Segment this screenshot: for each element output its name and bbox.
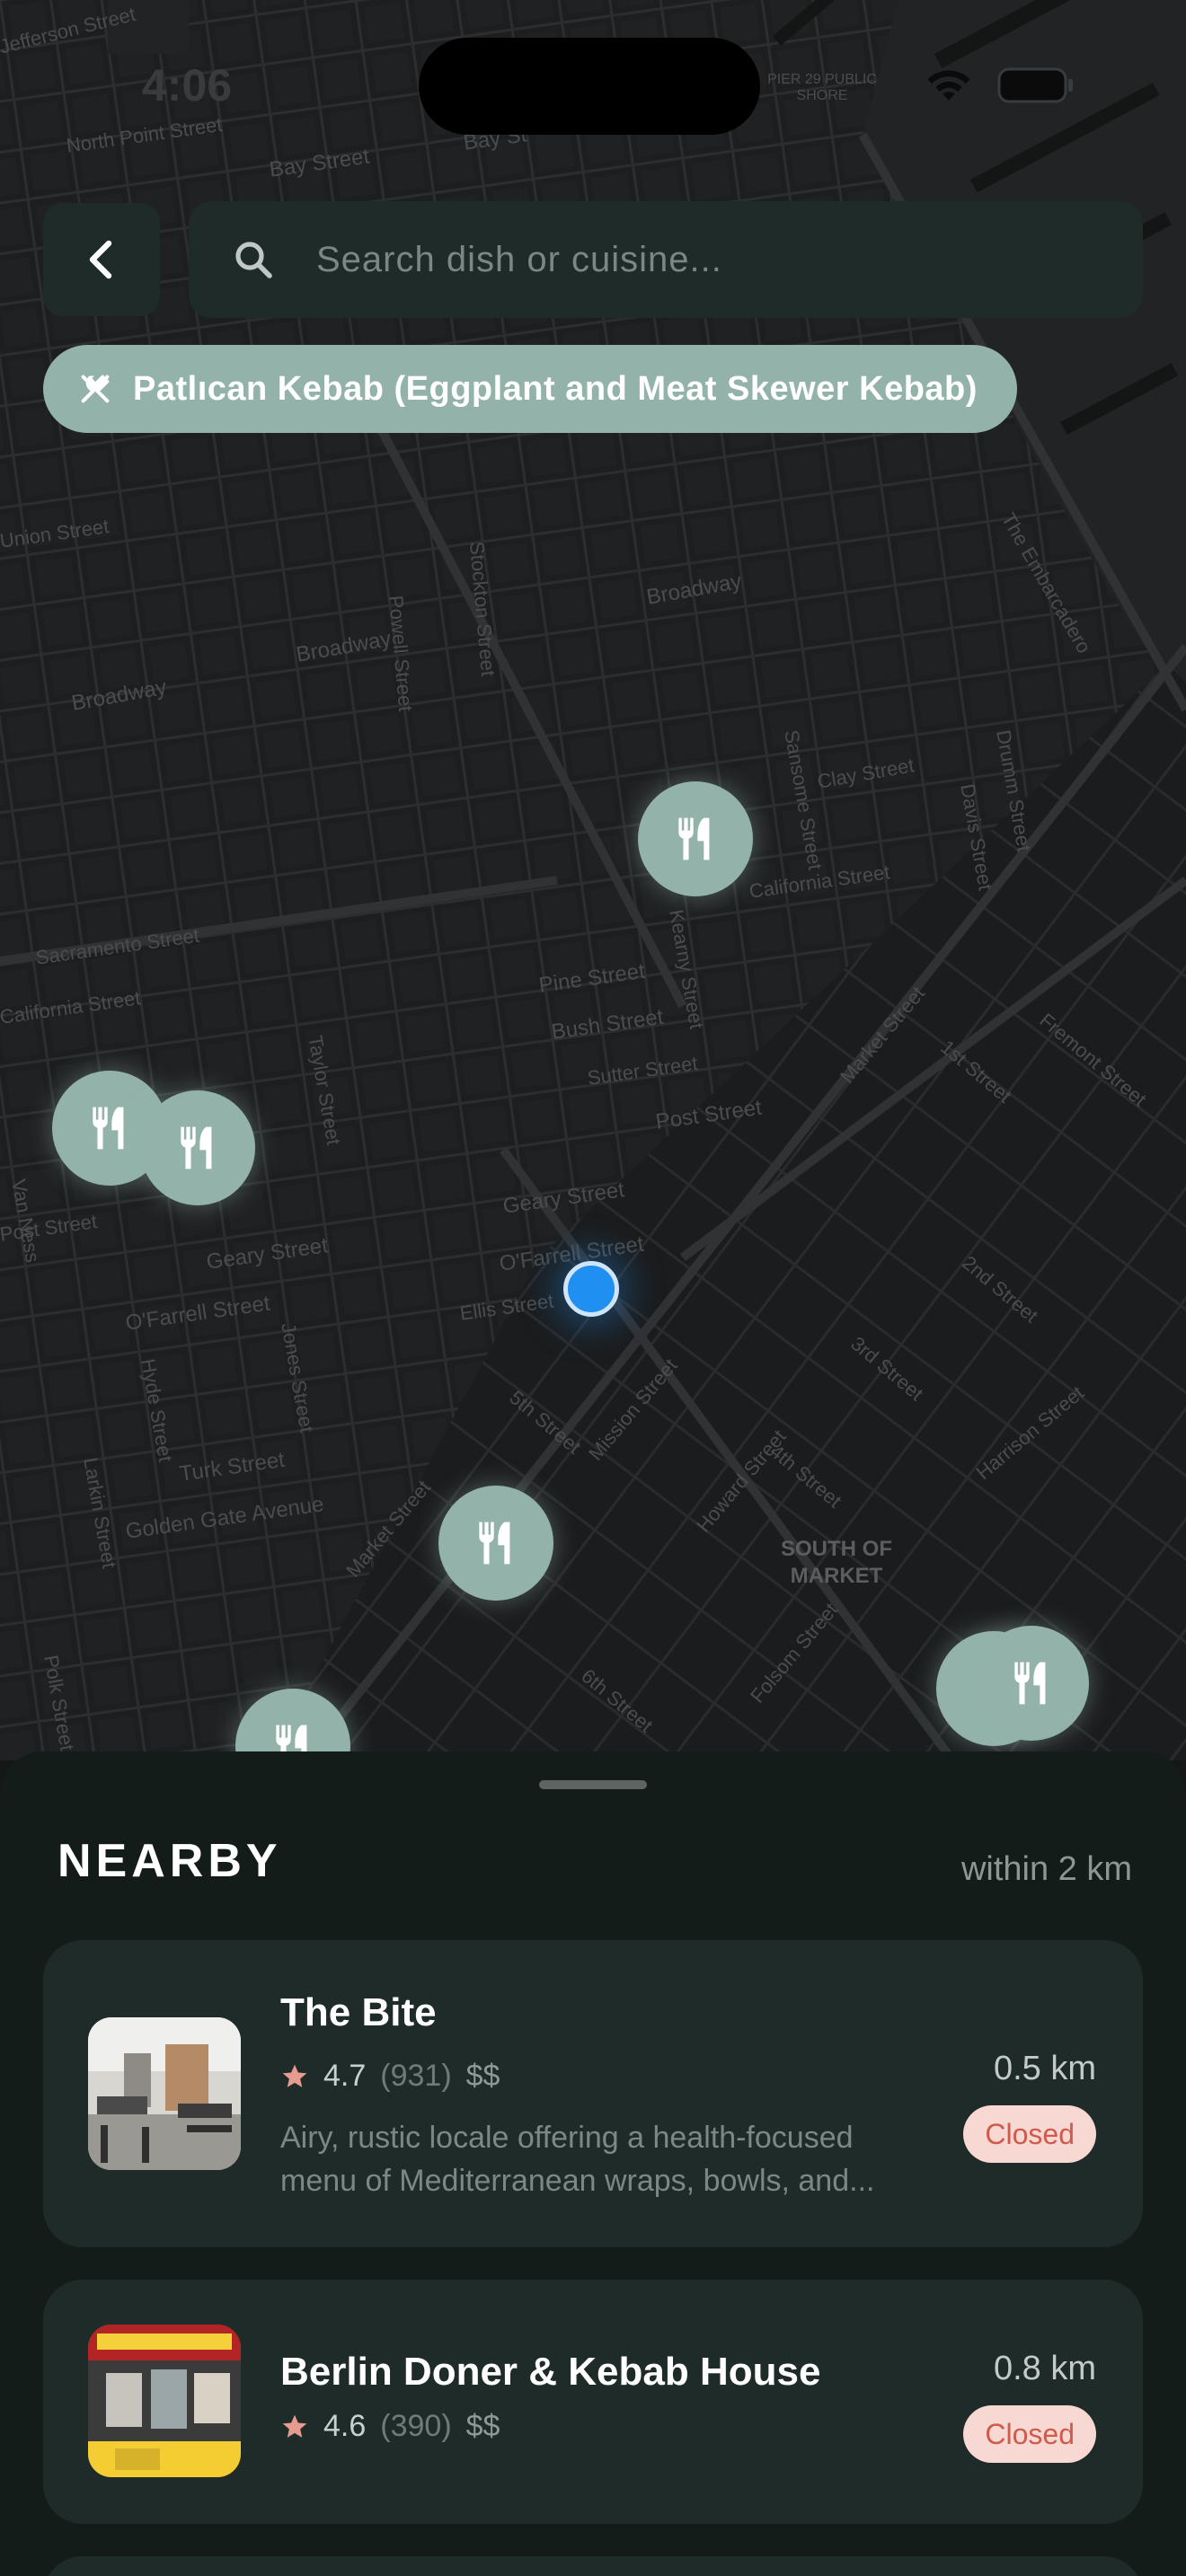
status-icons — [924, 66, 1075, 104]
fork-knife-icon — [479, 1522, 510, 1565]
restaurant-meta: 4.6 (390) $$ — [280, 2409, 500, 2444]
restaurant-name: The Bite — [280, 1990, 437, 2034]
restaurant-card[interactable]: The Bite 4.7 (931) $$ Airy, rustic local… — [43, 1940, 1143, 2247]
restaurant-description: Airy, rustic locale offering a health-fo… — [280, 2116, 963, 2202]
star-icon — [282, 2064, 307, 2087]
restaurant-rating: 4.6 — [323, 2409, 367, 2443]
sheet-drag-handle[interactable] — [539, 1780, 647, 1789]
search-icon — [235, 242, 272, 278]
user-location-dot — [563, 1261, 619, 1317]
fork-knife-icon — [1014, 1662, 1046, 1705]
fork-knife-icon — [181, 1126, 212, 1169]
restaurant-card[interactable]: Berlin Doner & Kebab House 4.6 (390) $$ … — [43, 2280, 1143, 2524]
place-label: PIER 29 PUBLIC SHORE — [767, 72, 877, 103]
district-label: SOUTH OF MARKET — [781, 1537, 892, 1588]
status-badge: Closed — [963, 2405, 1096, 2463]
search-input[interactable] — [316, 239, 1071, 280]
restaurant-review-count: (931) — [380, 2059, 452, 2093]
star-icon — [282, 2414, 307, 2438]
sheet-title: NEARBY — [58, 1835, 282, 1887]
search-bar[interactable] — [189, 201, 1143, 318]
restaurant-rating: 4.7 — [323, 2059, 367, 2093]
restaurant-map-pin[interactable] — [438, 1486, 553, 1601]
wifi-icon — [927, 70, 970, 101]
fork-knife-icon — [93, 1107, 124, 1150]
range-label: within 2 km — [960, 1850, 1132, 1888]
restaurant-review-count: (390) — [380, 2409, 452, 2443]
utensils-crossed-icon — [81, 375, 110, 403]
dish-filter-label: Patlıcan Kebab (Eggplant and Meat Skewer… — [133, 369, 978, 408]
dynamic-island — [419, 38, 760, 135]
description-line: menu of Mediterranean wraps, bowls, and.… — [280, 2164, 875, 2198]
chevron-left-icon — [89, 240, 112, 279]
restaurant-meta: 4.7 (931) $$ — [280, 2059, 500, 2094]
description-line: Airy, rustic locale offering a health-fo… — [280, 2121, 854, 2155]
nearby-sheet: NEARBY within 2 km The Bite 4.7 (931) $$ — [0, 1751, 1186, 2576]
restaurant-card[interactable] — [43, 2556, 1143, 2576]
restaurant-thumbnail — [88, 2325, 241, 2477]
battery-icon — [997, 67, 1073, 103]
restaurant-map-pin[interactable] — [140, 1090, 255, 1205]
restaurant-map-pin[interactable] — [974, 1626, 1089, 1741]
fork-knife-icon — [678, 817, 710, 860]
back-button[interactable] — [43, 203, 160, 316]
restaurant-name: Berlin Doner & Kebab House — [280, 2350, 821, 2394]
status-badge: Closed — [963, 2105, 1096, 2163]
restaurant-price-level: $$ — [465, 2409, 500, 2443]
restaurant-price-level: $$ — [465, 2059, 500, 2093]
status-time: 4:06 — [142, 60, 233, 110]
restaurant-distance: 0.5 km — [993, 2050, 1096, 2087]
restaurant-distance: 0.8 km — [993, 2350, 1096, 2387]
restaurant-map-pin[interactable] — [638, 781, 753, 896]
dish-filter-chip[interactable]: Patlıcan Kebab (Eggplant and Meat Skewer… — [43, 345, 1017, 433]
restaurant-thumbnail — [88, 2017, 241, 2170]
